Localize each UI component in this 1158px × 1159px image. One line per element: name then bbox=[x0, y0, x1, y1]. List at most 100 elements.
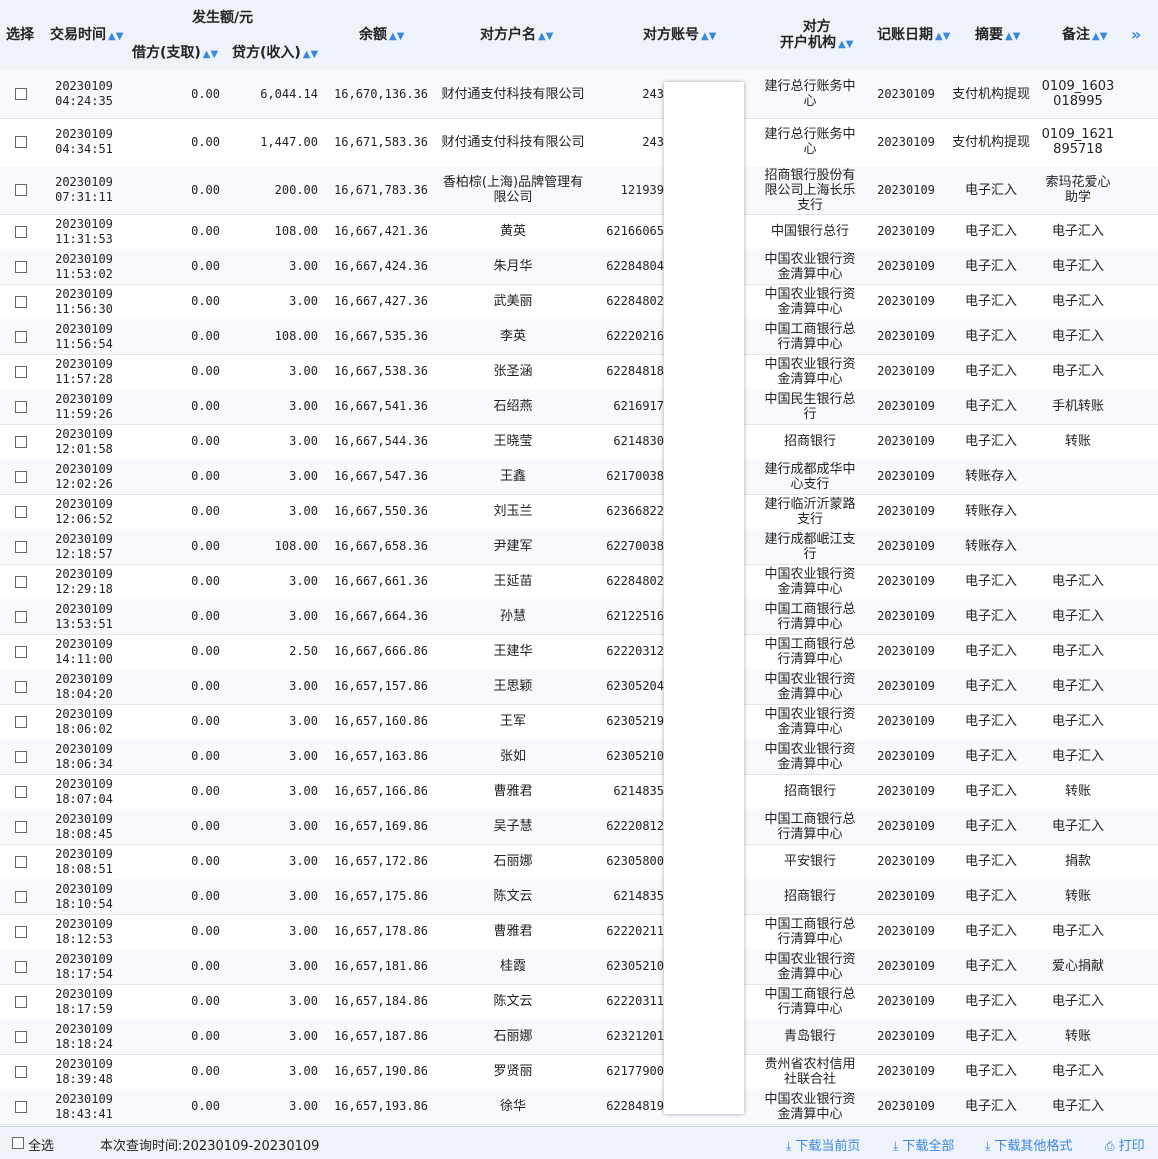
col-postdate-header[interactable]: 记账日期 ▲▼ bbox=[877, 27, 950, 45]
row-checkbox[interactable] bbox=[15, 88, 27, 100]
row-checkbox-cell[interactable] bbox=[14, 564, 28, 599]
table-row[interactable]: 20230109 18:17:59 0.00 3.00 16,657,184.86 陈文云… bbox=[0, 984, 1158, 1020]
row-checkbox[interactable] bbox=[15, 400, 27, 413]
col-note-header[interactable]: 备注 ▲▼ bbox=[1062, 27, 1107, 45]
col-name-header[interactable]: 对方户名 ▲▼ bbox=[480, 27, 553, 45]
row-checkbox[interactable] bbox=[15, 295, 27, 308]
table-row[interactable]: 20230109 18:08:51 0.00 3.00 16,657,172.86 石丽娜… bbox=[0, 844, 1158, 880]
table-row[interactable]: 20230109 04:24:35 0.00 6,044.14 16,670,136.3… bbox=[0, 70, 1158, 119]
row-checkbox[interactable] bbox=[15, 715, 27, 728]
table-row[interactable]: 20230109 12:01:58 0.00 3.00 16,667,544.36 王晓莹… bbox=[0, 424, 1158, 460]
row-checkbox-cell[interactable] bbox=[14, 879, 28, 914]
row-checkbox[interactable] bbox=[15, 645, 27, 658]
table-row[interactable]: 20230109 18:18:24 0.00 3.00 16,657,187.86 石丽娜… bbox=[0, 1019, 1158, 1055]
download-current-page-link[interactable]: ⤓ 下载当前页 bbox=[786, 1135, 860, 1154]
table-row[interactable]: 20230109 07:31:11 0.00 200.00 16,671,783.36 香… bbox=[0, 166, 1158, 215]
table-row[interactable]: 20230109 18:07:04 0.00 3.00 16,657,166.86 曹雅君… bbox=[0, 774, 1158, 810]
sort-arrows-icon[interactable]: ▲▼ bbox=[108, 31, 123, 42]
table-row[interactable]: 20230109 12:06:52 0.00 3.00 16,667,550.36 刘玉兰… bbox=[0, 494, 1158, 530]
row-checkbox[interactable] bbox=[15, 505, 27, 518]
row-checkbox[interactable] bbox=[15, 750, 27, 763]
table-row[interactable]: 20230109 11:59:26 0.00 3.00 16,667,541.36 石绍燕… bbox=[0, 389, 1158, 425]
sort-arrows-icon[interactable]: ▲▼ bbox=[838, 39, 853, 50]
select-all-checkbox[interactable] bbox=[12, 1137, 24, 1149]
table-row[interactable]: 20230109 11:53:02 0.00 3.00 16,667,424.36 朱月华… bbox=[0, 249, 1158, 285]
row-checkbox[interactable] bbox=[15, 680, 27, 693]
row-checkbox-cell[interactable] bbox=[14, 118, 28, 166]
print-link[interactable]: ⎙ 打印 bbox=[1105, 1135, 1145, 1154]
row-checkbox[interactable] bbox=[15, 1030, 27, 1043]
row-checkbox-cell[interactable] bbox=[14, 70, 28, 118]
row-checkbox-cell[interactable] bbox=[14, 1019, 28, 1054]
row-checkbox-cell[interactable] bbox=[14, 284, 28, 319]
col-credit-header[interactable]: 贷方(收入) ▲▼ bbox=[232, 45, 318, 63]
row-checkbox[interactable] bbox=[15, 995, 27, 1008]
row-checkbox[interactable] bbox=[15, 575, 27, 588]
table-row[interactable]: 20230109 12:18:57 0.00 108.00 16,667,658.36 尹… bbox=[0, 529, 1158, 565]
row-checkbox-cell[interactable] bbox=[14, 809, 28, 844]
row-checkbox-cell[interactable] bbox=[14, 739, 28, 774]
select-all-label[interactable]: 全选 bbox=[28, 1135, 54, 1154]
row-checkbox[interactable] bbox=[15, 1100, 27, 1113]
row-checkbox-cell[interactable] bbox=[14, 319, 28, 354]
row-checkbox[interactable] bbox=[15, 820, 27, 833]
row-checkbox-cell[interactable] bbox=[14, 669, 28, 704]
sort-arrows-icon[interactable]: ▲▼ bbox=[538, 31, 553, 42]
row-checkbox[interactable] bbox=[15, 1065, 27, 1078]
row-checkbox-cell[interactable] bbox=[14, 634, 28, 669]
row-checkbox-cell[interactable] bbox=[14, 599, 28, 634]
table-row[interactable]: 20230109 18:06:34 0.00 3.00 16,657,163.86 张如 6… bbox=[0, 739, 1158, 775]
row-checkbox-cell[interactable] bbox=[14, 166, 28, 214]
table-row[interactable]: 20230109 18:39:48 0.00 3.00 16,657,190.86 罗贤丽… bbox=[0, 1054, 1158, 1090]
row-checkbox-cell[interactable] bbox=[14, 249, 28, 284]
table-row[interactable]: 20230109 18:43:41 0.00 3.00 16,657,193.86 徐华 6… bbox=[0, 1089, 1158, 1125]
row-checkbox-cell[interactable] bbox=[14, 214, 28, 249]
table-row[interactable]: 20230109 18:10:54 0.00 3.00 16,657,175.86 陈文云… bbox=[0, 879, 1158, 915]
row-checkbox[interactable] bbox=[15, 540, 27, 553]
row-checkbox[interactable] bbox=[15, 365, 27, 378]
row-checkbox-cell[interactable] bbox=[14, 844, 28, 879]
row-checkbox-cell[interactable] bbox=[14, 494, 28, 529]
download-other-format-link[interactable]: ⤓ 下载其他格式 bbox=[985, 1135, 1072, 1154]
table-row[interactable]: 20230109 04:34:51 0.00 1,447.00 16,671,583.3… bbox=[0, 118, 1158, 167]
sort-arrows-icon[interactable]: ▲▼ bbox=[389, 31, 404, 42]
row-checkbox-cell[interactable] bbox=[14, 459, 28, 494]
table-row[interactable]: 20230109 11:56:54 0.00 108.00 16,667,535.36 李… bbox=[0, 319, 1158, 355]
sort-arrows-icon[interactable]: ▲▼ bbox=[203, 49, 218, 60]
sort-arrows-icon[interactable]: ▲▼ bbox=[303, 49, 318, 60]
row-checkbox[interactable] bbox=[15, 330, 27, 343]
row-checkbox-cell[interactable] bbox=[14, 389, 28, 424]
row-checkbox-cell[interactable] bbox=[14, 914, 28, 949]
col-summary-header[interactable]: 摘要 ▲▼ bbox=[975, 27, 1020, 45]
row-checkbox-cell[interactable] bbox=[14, 1089, 28, 1124]
row-checkbox-cell[interactable] bbox=[14, 704, 28, 739]
col-inst-header[interactable]: 对方 开户机构 ▲▼ bbox=[780, 19, 853, 53]
sort-arrows-icon[interactable]: ▲▼ bbox=[701, 31, 716, 42]
table-row[interactable]: 20230109 18:12:53 0.00 3.00 16,657,178.86 曹雅君… bbox=[0, 914, 1158, 950]
row-checkbox[interactable] bbox=[15, 855, 27, 868]
row-checkbox-cell[interactable] bbox=[14, 984, 28, 1019]
double-chevron-right-icon[interactable]: » bbox=[1131, 25, 1141, 44]
row-checkbox-cell[interactable] bbox=[14, 949, 28, 984]
table-row[interactable]: 20230109 12:29:18 0.00 3.00 16,667,661.36 王延苗… bbox=[0, 564, 1158, 600]
table-row[interactable]: 20230109 18:06:02 0.00 3.00 16,657,160.86 王军 6… bbox=[0, 704, 1158, 740]
row-checkbox[interactable] bbox=[15, 136, 27, 148]
table-row[interactable]: 20230109 18:08:45 0.00 3.00 16,657,169.86 吴子慧… bbox=[0, 809, 1158, 845]
row-checkbox[interactable] bbox=[15, 925, 27, 938]
row-checkbox[interactable] bbox=[15, 470, 27, 483]
table-row[interactable]: 20230109 18:04:20 0.00 3.00 16,657,157.86 王思颖… bbox=[0, 669, 1158, 705]
row-checkbox[interactable] bbox=[15, 610, 27, 623]
row-checkbox[interactable] bbox=[15, 184, 27, 196]
table-row[interactable]: 20230109 11:57:28 0.00 3.00 16,667,538.36 张圣涵… bbox=[0, 354, 1158, 390]
sort-arrows-icon[interactable]: ▲▼ bbox=[1005, 31, 1020, 42]
sort-arrows-icon[interactable]: ▲▼ bbox=[935, 31, 950, 42]
row-checkbox-cell[interactable] bbox=[14, 424, 28, 459]
row-checkbox-cell[interactable] bbox=[14, 354, 28, 389]
table-row[interactable]: 20230109 12:02:26 0.00 3.00 16,667,547.36 王鑫 6… bbox=[0, 459, 1158, 495]
sort-arrows-icon[interactable]: ▲▼ bbox=[1092, 31, 1107, 42]
table-row[interactable]: 20230109 11:31:53 0.00 108.00 16,667,421.36 黄… bbox=[0, 214, 1158, 250]
row-checkbox-cell[interactable] bbox=[14, 1054, 28, 1089]
row-checkbox[interactable] bbox=[15, 435, 27, 448]
download-all-link[interactable]: ⤓ 下载全部 bbox=[893, 1135, 954, 1154]
row-checkbox[interactable] bbox=[15, 260, 27, 273]
